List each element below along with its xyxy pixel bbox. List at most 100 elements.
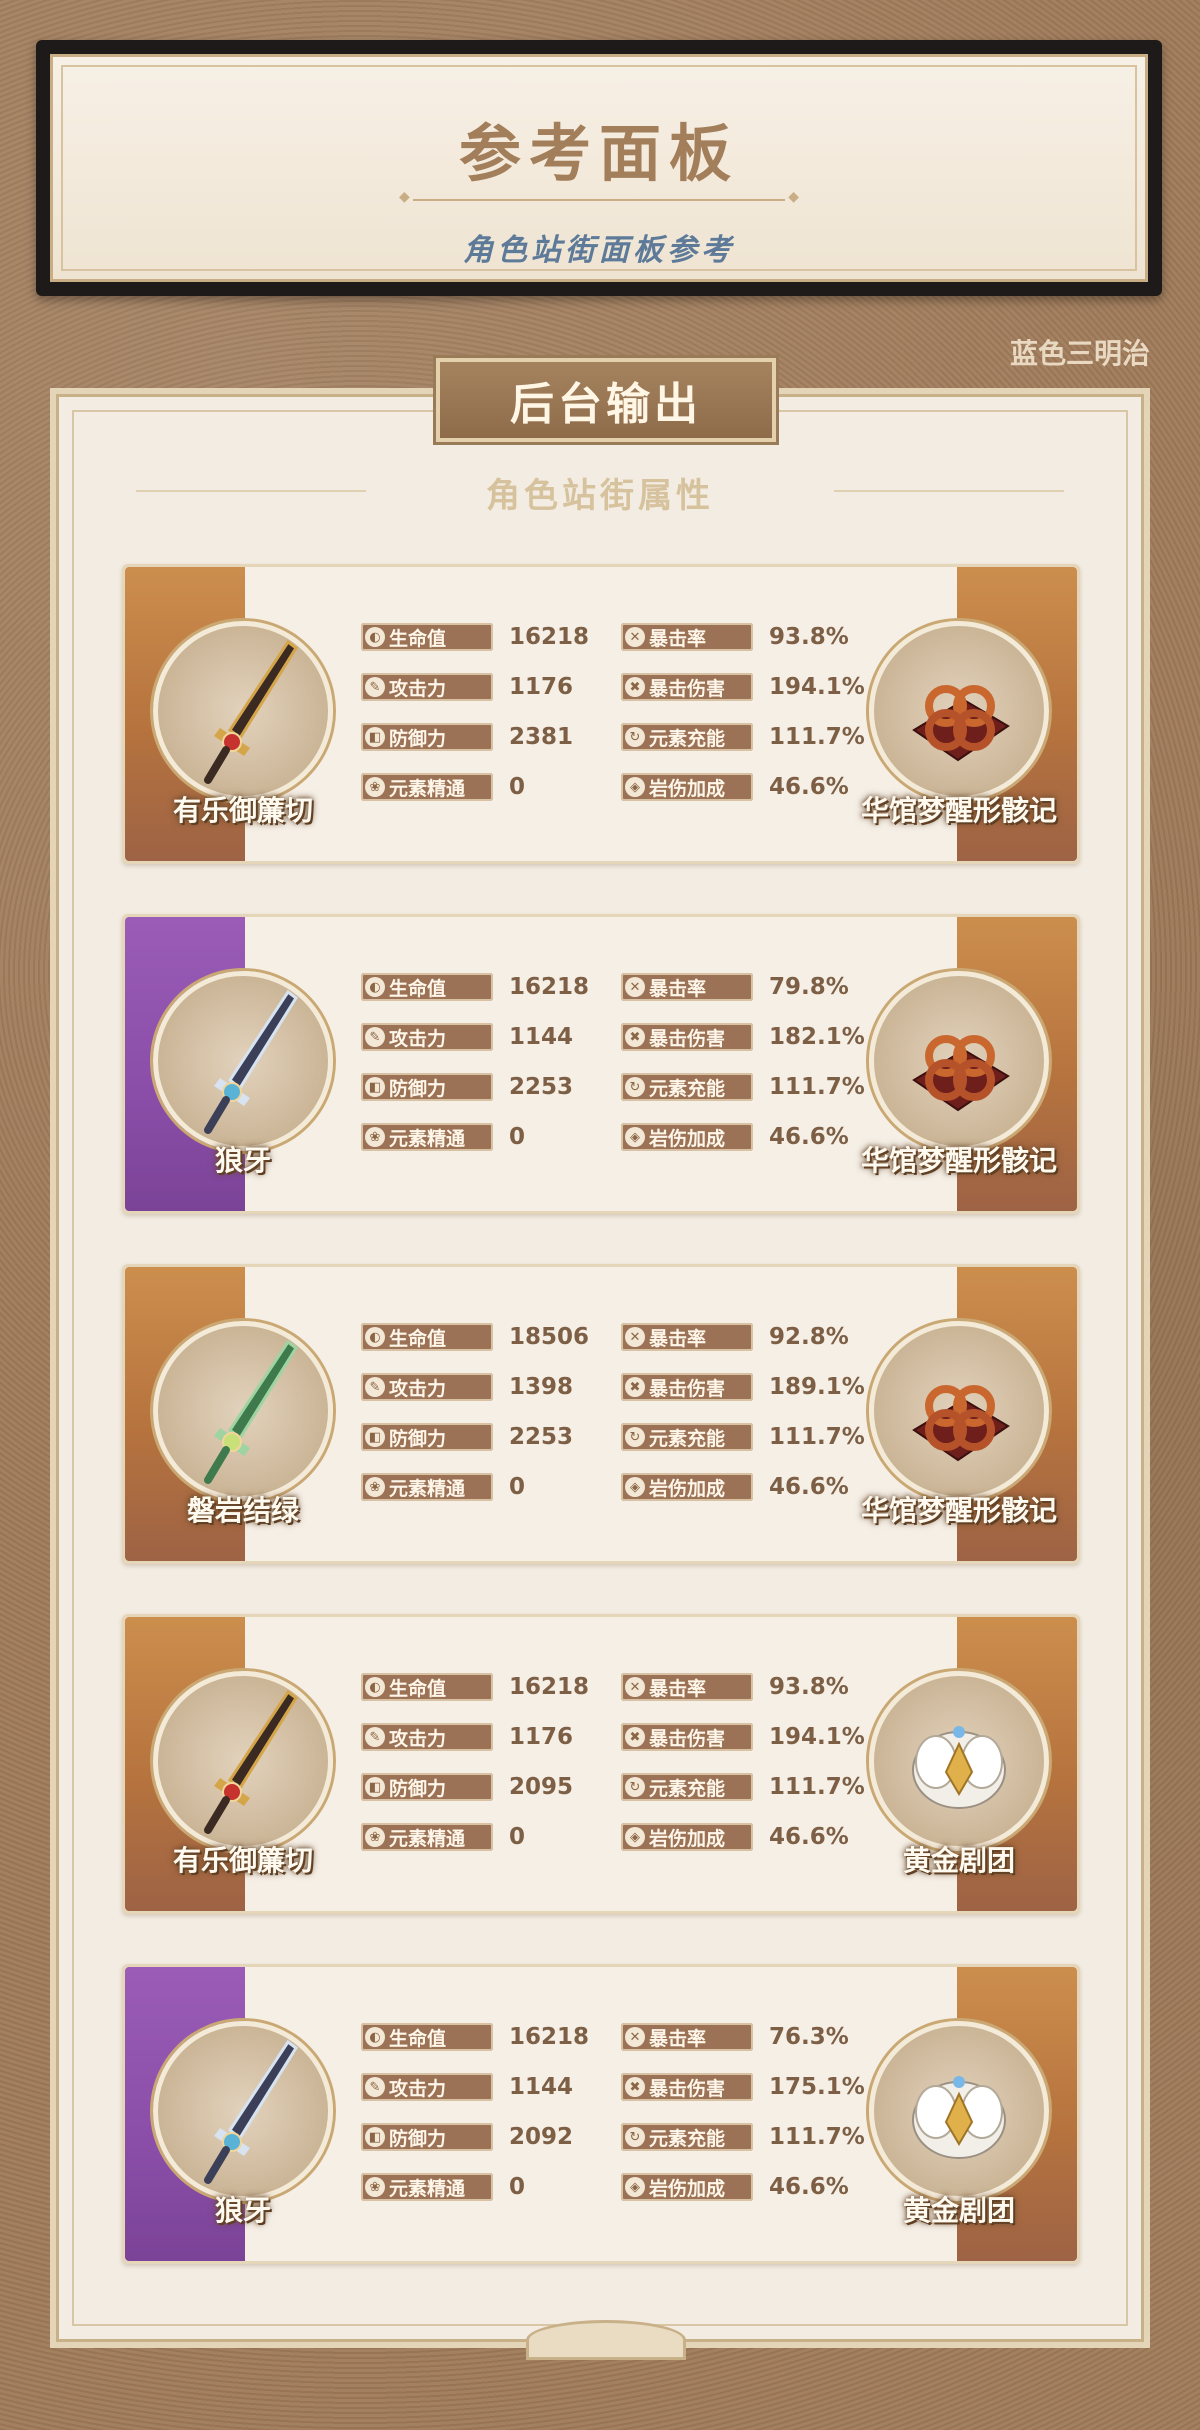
stat-tag: ✖ 暴击伤害 [621,1723,753,1751]
stat-value: 2253 [509,1074,574,1100]
stat-tag: ✕ 暴击率 [621,973,753,1001]
stat-value: 111.7% [769,1424,865,1450]
artifact-medallion [869,2021,1049,2201]
stat-tag: ◧ 防御力 [361,1773,493,1801]
build-card: 狼牙 黄金剧团 ◐ 生命值 16218 ✎ 攻击力 1144 ◧ 防御力 2092 ❀ 元素精通 0 ✕ 暴击… [122,1964,1080,2264]
artifact-name: 华馆梦醒形骸记 [860,1144,1057,1177]
bottom-ornament [526,2320,686,2360]
stat-tag: ↻ 元素充能 [621,1773,753,1801]
stat-value: 46.6% [769,1124,849,1150]
weapon-icon [200,638,300,788]
stat-tag: ↻ 元素充能 [621,1423,753,1451]
stat-row-atk: ✎ 攻击力 1176 [361,1723,573,1751]
stat-label: 元素充能 [649,727,726,750]
artifact-icon [904,660,1014,770]
weapon-medallion [153,1671,333,1851]
stat-tag: ◧ 防御力 [361,1073,493,1101]
elemental-mastery-icon: ❀ [365,1477,385,1497]
stat-tag: ✎ 攻击力 [361,673,493,701]
stat-row-em: ❀ 元素精通 0 [361,1123,525,1151]
weapon-name: 狼牙 [214,1144,271,1177]
stat-row-def: ◧ 防御力 2253 [361,1423,573,1451]
stat-value: 0 [509,1824,526,1850]
stat-label: 暴击伤害 [649,677,726,700]
stat-label: 攻击力 [389,677,447,700]
weapon-name: 狼牙 [214,2194,271,2227]
stat-row-em: ❀ 元素精通 0 [361,2173,525,2201]
weapon-name: 磐岩结绿 [186,1494,299,1527]
build-card: 有乐御簾切 华馆梦醒形骸记 ◐ 生命值 16218 ✎ 攻击力 1176 ◧ 防御力 2381 ❀ 元素… [122,564,1080,864]
stat-value: 46.6% [769,2174,849,2200]
stat-tag: ↻ 元素充能 [621,723,753,751]
stat-value: 92.8% [769,1324,849,1350]
stat-label: 暴击率 [649,627,707,650]
header-frame: 参考面板 角色站街面板参考 [36,40,1162,296]
crit-rate-icon: ✕ [625,627,645,647]
weapon-medallion [153,2021,333,2201]
crit-rate-icon: ✕ [625,977,645,997]
stat-value: 16218 [509,2024,590,2050]
stat-row-em: ❀ 元素精通 0 [361,1473,525,1501]
stat-value: 111.7% [769,724,865,750]
stat-label: 防御力 [389,1427,447,1450]
artifact-medallion [869,971,1049,1151]
stat-row-def: ◧ 防御力 2381 [361,723,573,751]
build-card: 磐岩结绿 华馆梦醒形骸记 ◐ 生命值 18506 ✎ 攻击力 1398 ◧ 防御力 2253 ❀ 元素精… [122,1264,1080,1564]
stat-label: 攻击力 [389,2077,447,2100]
stat-label: 生命值 [389,627,447,650]
stat-label: 防御力 [389,1077,447,1100]
stat-label: 元素充能 [649,1427,726,1450]
energy-recharge-icon: ↻ [625,1077,645,1097]
stat-row-crit-dmg: ✖ 暴击伤害 194.1% [621,1723,865,1751]
stat-row-geo-dmg: ◈ 岩伤加成 46.6% [621,1823,849,1851]
stat-label: 元素充能 [649,1777,726,1800]
stat-row-er: ↻ 元素充能 111.7% [621,2123,865,2151]
stat-row-em: ❀ 元素精通 0 [361,1823,525,1851]
crit-damage-icon: ✖ [625,1027,645,1047]
stat-value: 76.3% [769,2024,849,2050]
sword-icon: ✎ [365,1727,385,1747]
stat-tag: ◧ 防御力 [361,1423,493,1451]
hp-droplet-icon: ◐ [365,627,385,647]
artifact-name: 华馆梦醒形骸记 [860,1494,1057,1527]
stat-tag: ↻ 元素充能 [621,1073,753,1101]
stat-row-crit-dmg: ✖ 暴击伤害 175.1% [621,2073,865,2101]
stat-tag: ❀ 元素精通 [361,2173,493,2201]
stat-tag: ❀ 元素精通 [361,1473,493,1501]
stat-value: 0 [509,774,526,800]
elemental-mastery-icon: ❀ [365,1127,385,1147]
stat-row-crit-dmg: ✖ 暴击伤害 189.1% [621,1373,865,1401]
artifact-name: 华馆梦醒形骸记 [860,794,1057,827]
crit-damage-icon: ✖ [625,1377,645,1397]
stat-value: 194.1% [769,1724,865,1750]
stat-tag: ◈ 岩伤加成 [621,1123,753,1151]
stat-label: 岩伤加成 [649,1477,726,1500]
stat-row-atk: ✎ 攻击力 1144 [361,1023,573,1051]
stat-row-er: ↻ 元素充能 111.7% [621,1423,865,1451]
stat-row-atk: ✎ 攻击力 1398 [361,1373,573,1401]
shield-icon: ◧ [365,1077,385,1097]
shield-icon: ◧ [365,727,385,747]
artifact-icon [904,2060,1014,2170]
stat-row-crit-rate: ✕ 暴击率 93.8% [621,623,849,651]
stat-value: 2092 [509,2124,574,2150]
energy-recharge-icon: ↻ [625,1427,645,1447]
sword-icon: ✎ [365,1377,385,1397]
geo-damage-icon: ◈ [625,2177,645,2197]
stat-value: 46.6% [769,774,849,800]
page-subtitle: 角色站街面板参考 [463,233,735,268]
artifact-medallion [869,1321,1049,1501]
stat-tag: ◈ 岩伤加成 [621,1473,753,1501]
shield-icon: ◧ [365,1777,385,1797]
stat-row-crit-dmg: ✖ 暴击伤害 182.1% [621,1023,865,1051]
stat-value: 16218 [509,974,590,1000]
artifact-icon [904,1710,1014,1820]
stat-row-hp: ◐ 生命值 16218 [361,623,589,651]
weapon-icon [200,988,300,1138]
build-card: 狼牙 华馆梦醒形骸记 ◐ 生命值 16218 ✎ 攻击力 1144 ◧ 防御力 2253 ❀ 元素精通 0… [122,914,1080,1214]
stat-tag: ✎ 攻击力 [361,1023,493,1051]
stat-value: 16218 [509,1674,590,1700]
stat-value: 111.7% [769,2124,865,2150]
stat-value: 1144 [509,1024,574,1050]
stat-value: 111.7% [769,1074,865,1100]
